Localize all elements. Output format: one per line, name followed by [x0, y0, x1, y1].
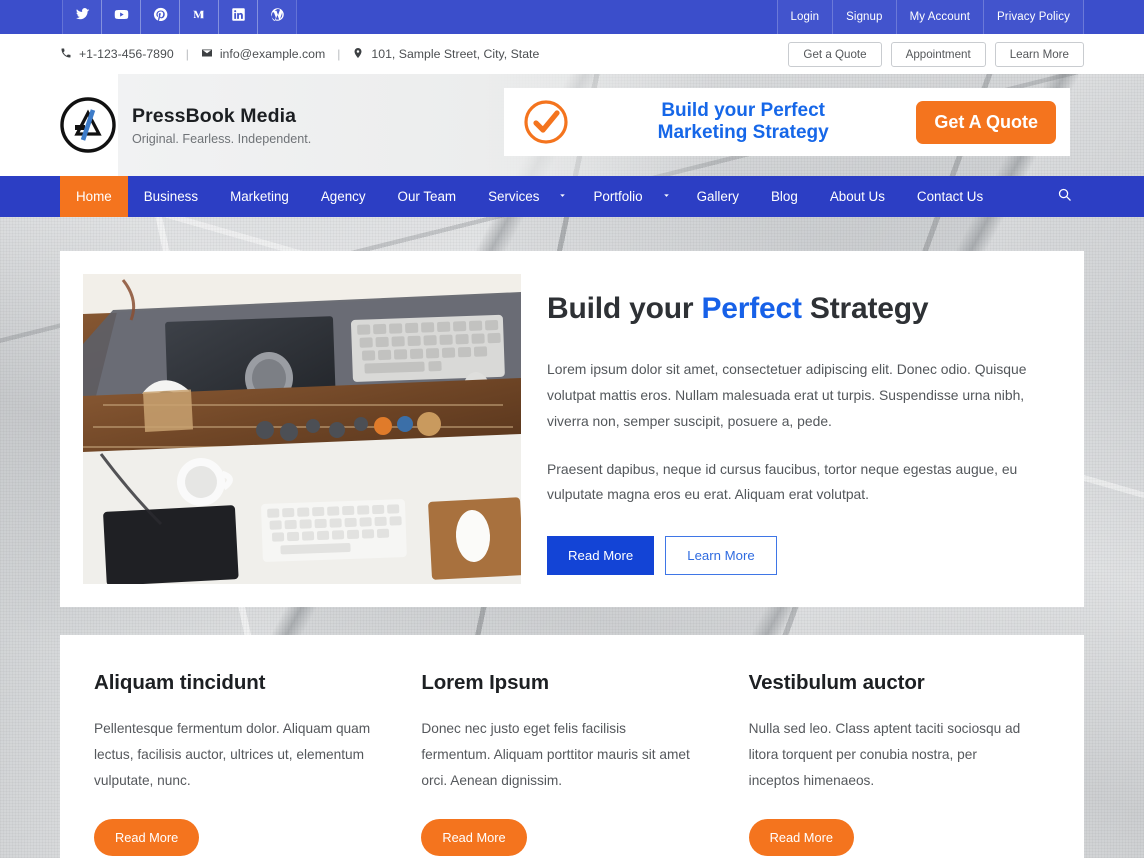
nav-item-about-us[interactable]: About Us [814, 176, 901, 217]
features-section: Aliquam tincidunt Pellentesque fermentum… [60, 635, 1084, 858]
ad-get-a-quote-button[interactable]: Get A Quote [916, 100, 1056, 144]
nav-item-contact-us[interactable]: Contact Us [901, 176, 999, 217]
phone-text: +1-123-456-7890 [79, 47, 174, 61]
wordpress-icon [270, 7, 285, 27]
page-root: Login Signup My Account Privacy Policy +… [0, 0, 1144, 858]
hero-title: Build your Perfect Strategy [547, 292, 1047, 326]
email-text: info@example.com [219, 47, 326, 61]
search-icon [1057, 187, 1072, 207]
hero-image [83, 274, 521, 584]
hero-title-highlight: Perfect [701, 292, 802, 325]
social-link-linkedin[interactable] [218, 0, 258, 34]
nav-item-agency[interactable]: Agency [305, 176, 382, 217]
feature-title: Lorem Ipsum [421, 671, 549, 694]
feature-text: Donec nec justo eget felis facilisis fer… [421, 721, 690, 788]
ad-headline-line-2: Marketing Strategy [657, 122, 829, 143]
hero-title-after: Strategy [801, 292, 929, 325]
chevron-down-icon [661, 188, 672, 206]
social-link-youtube[interactable] [101, 0, 141, 34]
hero-learn-more-button[interactable]: Learn More [665, 536, 777, 576]
site-header: PressBook Media Original. Fearless. Inde… [0, 74, 1144, 176]
search-toggle-button[interactable] [1045, 176, 1084, 217]
linkedin-icon [231, 7, 246, 27]
nav-item-portfolio[interactable]: Portfolio [577, 176, 658, 217]
nav-item-our-team[interactable]: Our Team [382, 176, 473, 217]
contact-bar: +1-123-456-7890 | info@example.com | 101… [0, 34, 1144, 74]
feature-card: Aliquam tincidunt Pellentesque fermentum… [94, 671, 395, 857]
address-text: 101, Sample Street, City, State [371, 47, 540, 61]
envelope-icon [201, 47, 220, 62]
account-link-login[interactable]: Login [776, 0, 833, 34]
appointment-button[interactable]: Appointment [890, 41, 986, 67]
social-link-pinterest[interactable] [140, 0, 180, 34]
medium-icon [192, 7, 207, 27]
nav-item-business[interactable]: Business [128, 176, 214, 217]
contact-actions: Get a Quote Appointment Learn More [788, 41, 1084, 67]
social-link-medium[interactable] [179, 0, 219, 34]
contact-phone[interactable]: +1-123-456-7890 [60, 47, 174, 62]
social-links [62, 0, 297, 34]
feature-read-more-button[interactable]: Read More [421, 819, 527, 857]
feature-card: Lorem Ipsum Donec nec justo eget felis f… [395, 671, 722, 857]
brand-text-group: PressBook Media Original. Fearless. Inde… [132, 105, 311, 146]
hero-title-before: Build your [547, 292, 702, 325]
feature-read-more-button[interactable]: Read More [748, 819, 854, 857]
contact-address[interactable]: 101, Sample Street, City, State [352, 47, 539, 62]
feature-title: Aliquam tincidunt [94, 671, 266, 694]
portfolio-dropdown-toggle[interactable] [659, 176, 681, 217]
chevron-down-icon [557, 188, 568, 206]
hero-actions: Read More Learn More [547, 536, 1047, 576]
feature-text: Nulla sed leo. Class aptent taciti socio… [748, 721, 1021, 788]
site-logo-link[interactable]: PressBook Media Original. Fearless. Inde… [60, 97, 311, 153]
main-navigation: Home Business Marketing Agency Our Team … [0, 176, 1144, 217]
nav-item-services[interactable]: Services [472, 176, 555, 217]
hero-content: Build your Perfect Strategy Lorem ipsum … [547, 274, 1061, 576]
nav-spacer [999, 176, 1045, 217]
youtube-icon [114, 7, 129, 27]
site-title: PressBook Media [132, 104, 297, 127]
social-link-wordpress[interactable] [257, 0, 297, 34]
social-link-twitter[interactable] [62, 0, 102, 34]
nav-item-marketing[interactable]: Marketing [214, 176, 305, 217]
pinterest-icon [153, 7, 168, 27]
hero-section: Build your Perfect Strategy Lorem ipsum … [60, 251, 1084, 607]
services-dropdown-toggle[interactable] [555, 176, 577, 217]
account-link-signup[interactable]: Signup [832, 0, 896, 34]
ad-headline-line-1: Build your Perfect [661, 99, 825, 121]
account-link-privacy-policy[interactable]: Privacy Policy [983, 0, 1084, 34]
feature-read-more-button[interactable]: Read More [94, 819, 200, 857]
nav-item-gallery[interactable]: Gallery [681, 176, 755, 217]
account-links: Login Signup My Account Privacy Policy [776, 0, 1084, 34]
check-circle-icon [522, 98, 570, 146]
header-ad-banner[interactable]: Build your Perfect Marketing Strategy Ge… [504, 88, 1070, 156]
nav-item-home[interactable]: Home [60, 176, 128, 217]
hero-paragraph-2: Praesent dapibus, neque id cursus faucib… [547, 460, 1018, 503]
contact-separator: | [185, 47, 189, 61]
hero-paragraph-1: Lorem ipsum dolor sit amet, consectetuer… [547, 361, 1027, 429]
get-a-quote-button[interactable]: Get a Quote [788, 41, 882, 67]
contact-info-group: +1-123-456-7890 | info@example.com | 101… [60, 47, 539, 62]
feature-card: Vestibulum auctor Nulla sed leo. Class a… [723, 671, 1050, 857]
logo-icon [60, 97, 116, 153]
hero-read-more-button[interactable]: Read More [547, 536, 655, 576]
learn-more-button[interactable]: Learn More [994, 41, 1084, 67]
contact-email[interactable]: info@example.com [201, 47, 325, 62]
phone-icon [60, 47, 79, 62]
top-utility-bar: Login Signup My Account Privacy Policy [0, 0, 1144, 34]
ad-headline: Build your Perfect Marketing Strategy [586, 100, 900, 145]
twitter-icon [75, 7, 90, 27]
account-link-my-account[interactable]: My Account [895, 0, 984, 34]
feature-text: Pellentesque fermentum dolor. Aliquam qu… [94, 721, 371, 788]
contact-separator-2: | [337, 47, 341, 61]
feature-title: Vestibulum auctor [748, 671, 925, 694]
map-pin-icon [352, 47, 371, 62]
site-tagline: Original. Fearless. Independent. [132, 131, 312, 146]
nav-item-blog[interactable]: Blog [755, 176, 814, 217]
